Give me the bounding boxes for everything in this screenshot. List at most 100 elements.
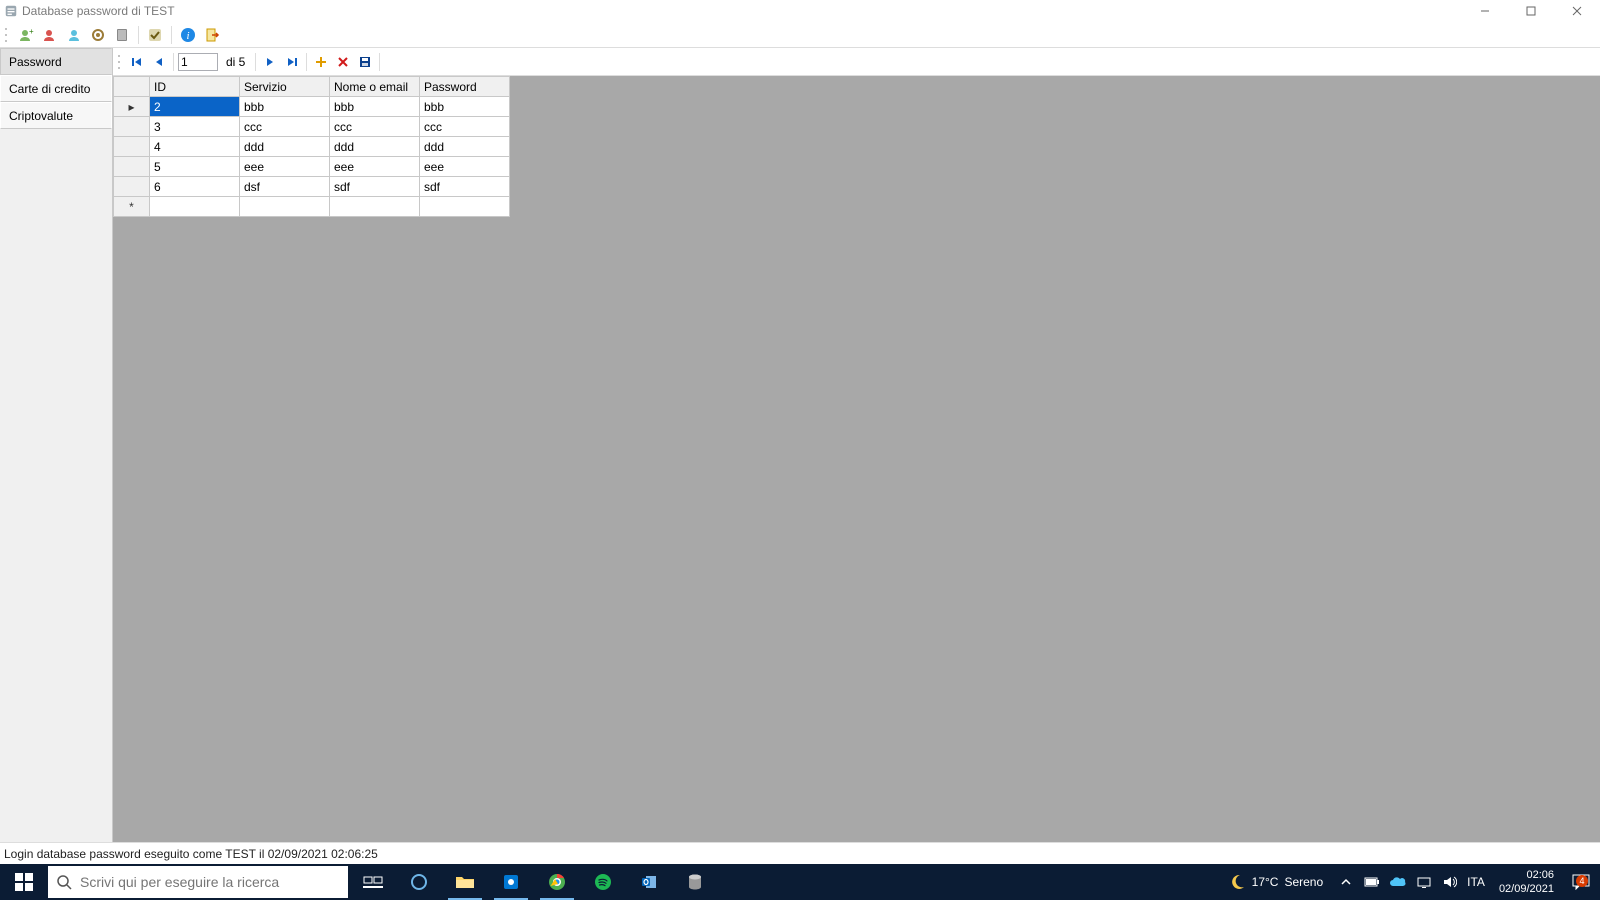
info-icon[interactable]: i xyxy=(178,25,198,45)
status-bar: Login database password eseguito come TE… xyxy=(0,842,1600,864)
column-header-nome[interactable]: Nome o email xyxy=(330,77,420,97)
cell-password[interactable]: eee xyxy=(420,157,510,177)
table-row[interactable]: 4 ddd ddd ddd xyxy=(114,137,510,157)
chrome-icon[interactable] xyxy=(534,864,580,900)
cell-password[interactable]: sdf xyxy=(420,177,510,197)
sidebar: Password Carte di credito Criptovalute xyxy=(0,48,113,842)
cell-servizio[interactable] xyxy=(240,197,330,217)
language-indicator[interactable]: ITA xyxy=(1467,875,1485,889)
svg-text:i: i xyxy=(186,30,189,42)
start-button[interactable] xyxy=(0,864,48,900)
cell-nome[interactable]: sdf xyxy=(330,177,420,197)
cell-id[interactable] xyxy=(150,197,240,217)
settings-app-icon[interactable] xyxy=(488,864,534,900)
sidebar-item-carte[interactable]: Carte di credito xyxy=(0,75,112,102)
cell-password[interactable]: bbb xyxy=(420,97,510,117)
column-header-servizio[interactable]: Servizio xyxy=(240,77,330,97)
record-position-input[interactable] xyxy=(178,53,218,71)
row-indicator xyxy=(114,137,150,157)
tray-chevron-icon[interactable] xyxy=(1337,873,1355,891)
maximize-button[interactable] xyxy=(1508,0,1554,22)
exit-icon[interactable] xyxy=(202,25,222,45)
cell-id[interactable]: 2 xyxy=(150,97,240,117)
onedrive-icon[interactable] xyxy=(1389,873,1407,891)
content-panel: di 5 ID Servizio Nome o email Password xyxy=(113,48,1600,842)
volume-icon[interactable] xyxy=(1441,873,1459,891)
cell-servizio[interactable]: dsf xyxy=(240,177,330,197)
minimize-button[interactable] xyxy=(1462,0,1508,22)
moon-icon xyxy=(1228,873,1246,891)
window-title: Database password di TEST xyxy=(22,4,175,18)
cell-nome[interactable]: ccc xyxy=(330,117,420,137)
windows-taskbar: 17°C Sereno ITA 02:06 02/09/2021 4 xyxy=(0,864,1600,900)
window-controls xyxy=(1462,0,1600,22)
delete-record-button[interactable] xyxy=(333,52,353,72)
user-remove-icon[interactable] xyxy=(40,25,60,45)
taskbar-search[interactable] xyxy=(48,866,348,898)
network-icon[interactable] xyxy=(1415,873,1433,891)
row-indicator-current: ▸ xyxy=(114,97,150,117)
spotify-icon[interactable] xyxy=(580,864,626,900)
first-record-button[interactable] xyxy=(127,52,147,72)
user-add-icon[interactable]: + xyxy=(16,25,36,45)
sidebar-item-criptovalute[interactable]: Criptovalute xyxy=(0,102,112,129)
table-row[interactable]: 6 dsf sdf sdf xyxy=(114,177,510,197)
outlook-icon[interactable] xyxy=(626,864,672,900)
notification-badge: 4 xyxy=(1576,875,1588,887)
last-record-button[interactable] xyxy=(282,52,302,72)
table-row[interactable]: ▸ 2 bbb bbb bbb xyxy=(114,97,510,117)
nav-separator xyxy=(379,53,380,71)
grid-container: ID Servizio Nome o email Password ▸ 2 bb… xyxy=(113,76,1600,217)
cell-nome[interactable]: eee xyxy=(330,157,420,177)
cell-password[interactable]: ddd xyxy=(420,137,510,157)
table-new-row[interactable]: * xyxy=(114,197,510,217)
gear-icon[interactable] xyxy=(88,25,108,45)
search-icon xyxy=(56,874,72,890)
cell-password[interactable]: ccc xyxy=(420,117,510,137)
cell-servizio[interactable]: ccc xyxy=(240,117,330,137)
cell-nome[interactable]: bbb xyxy=(330,97,420,117)
battery-icon[interactable] xyxy=(1363,873,1381,891)
row-indicator xyxy=(114,157,150,177)
cell-id[interactable]: 6 xyxy=(150,177,240,197)
clock[interactable]: 02:06 02/09/2021 xyxy=(1493,868,1560,896)
sidebar-item-label: Password xyxy=(9,55,62,69)
sidebar-item-label: Carte di credito xyxy=(9,82,90,96)
weather-widget[interactable]: 17°C Sereno xyxy=(1228,873,1324,891)
cell-id[interactable]: 3 xyxy=(150,117,240,137)
column-header-password[interactable]: Password xyxy=(420,77,510,97)
next-record-button[interactable] xyxy=(260,52,280,72)
cell-password[interactable] xyxy=(420,197,510,217)
clock-date: 02/09/2021 xyxy=(1499,882,1554,896)
navigator-grip xyxy=(117,53,123,71)
nav-separator xyxy=(306,53,307,71)
user-icon[interactable] xyxy=(64,25,84,45)
task-view-icon[interactable] xyxy=(350,864,396,900)
cell-nome[interactable]: ddd xyxy=(330,137,420,157)
save-record-button[interactable] xyxy=(355,52,375,72)
clock-time: 02:06 xyxy=(1499,868,1554,882)
password-table[interactable]: ID Servizio Nome o email Password ▸ 2 bb… xyxy=(113,76,510,217)
cell-nome[interactable] xyxy=(330,197,420,217)
cell-servizio[interactable]: bbb xyxy=(240,97,330,117)
book-icon[interactable] xyxy=(112,25,132,45)
prev-record-button[interactable] xyxy=(149,52,169,72)
file-explorer-icon[interactable] xyxy=(442,864,488,900)
table-row[interactable]: 5 eee eee eee xyxy=(114,157,510,177)
taskbar-search-input[interactable] xyxy=(80,874,340,890)
sidebar-item-password[interactable]: Password xyxy=(0,48,112,75)
database-app-icon[interactable] xyxy=(672,864,718,900)
cell-id[interactable]: 5 xyxy=(150,157,240,177)
check-icon[interactable] xyxy=(145,25,165,45)
svg-text:+: + xyxy=(29,27,34,36)
action-center-icon[interactable]: 4 xyxy=(1568,873,1594,891)
column-header-id[interactable]: ID xyxy=(150,77,240,97)
row-selector-header[interactable] xyxy=(114,77,150,97)
cell-id[interactable]: 4 xyxy=(150,137,240,157)
add-record-button[interactable] xyxy=(311,52,331,72)
cortana-icon[interactable] xyxy=(396,864,442,900)
table-row[interactable]: 3 ccc ccc ccc xyxy=(114,117,510,137)
cell-servizio[interactable]: ddd xyxy=(240,137,330,157)
cell-servizio[interactable]: eee xyxy=(240,157,330,177)
close-button[interactable] xyxy=(1554,0,1600,22)
